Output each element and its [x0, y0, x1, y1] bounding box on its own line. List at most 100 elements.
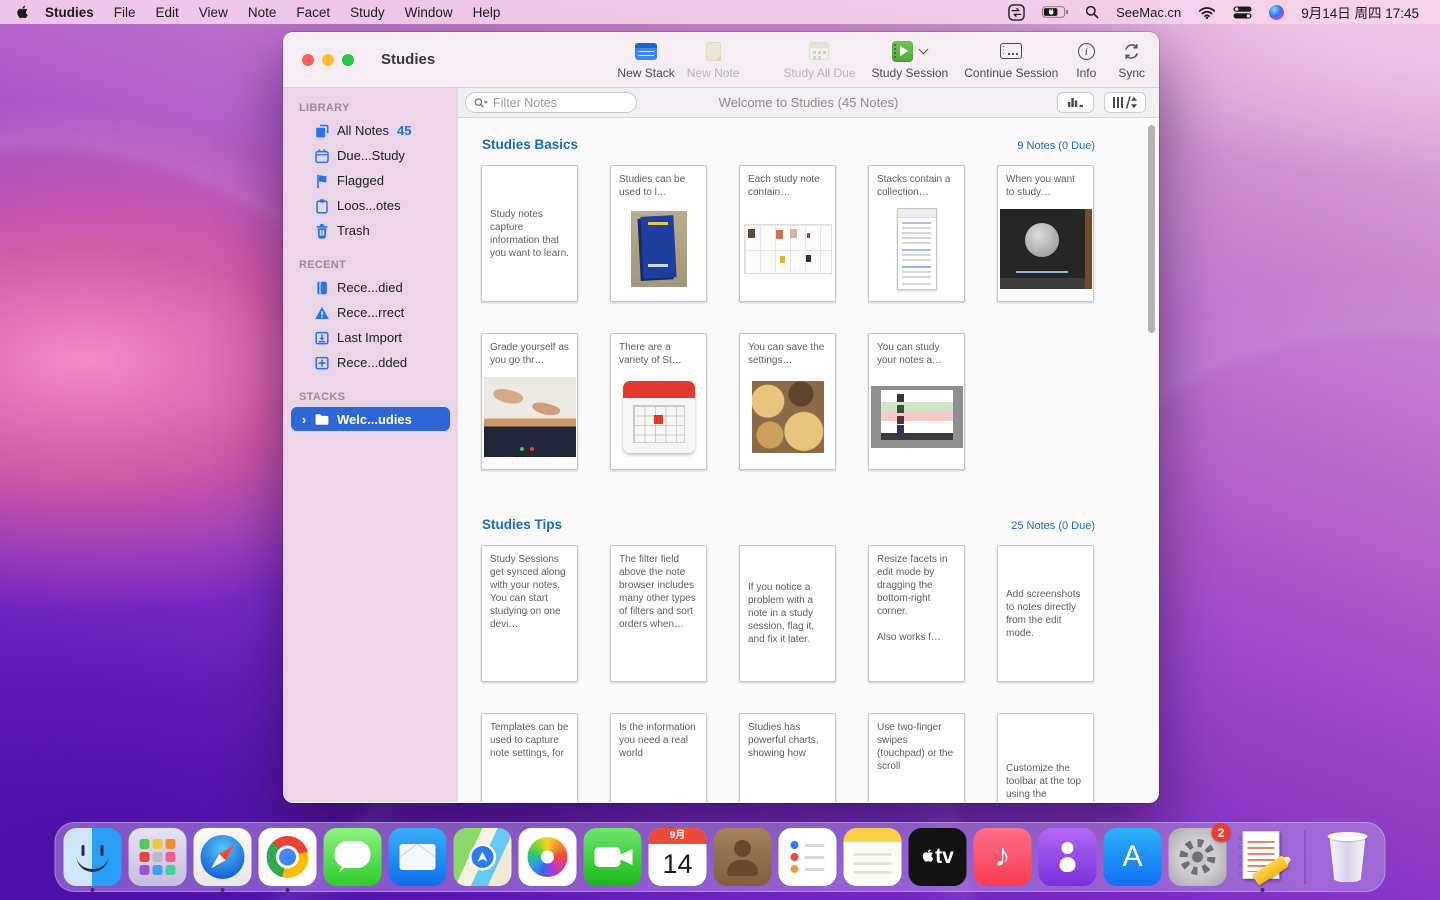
- dock-music[interactable]: [974, 828, 1032, 886]
- dock-studies[interactable]: [1234, 828, 1292, 886]
- note-card[interactable]: Is the information you need a real world: [610, 713, 707, 802]
- note-card[interactable]: The filter field above the note browser …: [610, 545, 707, 682]
- switch-input-icon[interactable]: [1003, 4, 1030, 21]
- spotlight-icon[interactable]: [1080, 5, 1104, 19]
- study-all-due-icon: [809, 39, 829, 63]
- note-card[interactable]: Use two-finger swipes (touchpad) or the …: [868, 713, 965, 802]
- minimize-button[interactable]: [322, 54, 334, 66]
- window-title: Studies: [381, 51, 435, 68]
- continue-session-button[interactable]: Continue Session: [964, 39, 1058, 80]
- close-button[interactable]: [302, 54, 314, 66]
- columns-sort-button[interactable]: [1104, 92, 1146, 113]
- sidebar-section-library: LIBRARYAll Notes45Due...StudyFlaggedLoos…: [283, 98, 458, 243]
- new-note-button[interactable]: New Note: [687, 39, 740, 80]
- dock-finder[interactable]: [64, 828, 122, 886]
- sidebar-item-welcudies[interactable]: Welc...udies: [291, 407, 450, 431]
- menu-item-facet[interactable]: Facet: [286, 5, 340, 20]
- sidebar-item-loosotes[interactable]: Loos...otes: [283, 193, 458, 218]
- dock-mail[interactable]: [389, 828, 447, 886]
- appstore-icon: A: [1104, 828, 1162, 886]
- apple-menu-icon[interactable]: [16, 4, 29, 20]
- wifi-icon[interactable]: [1193, 6, 1221, 19]
- dock-podcasts[interactable]: [1039, 828, 1097, 886]
- control-center-icon[interactable]: [1228, 6, 1257, 19]
- music-icon: [974, 828, 1032, 886]
- note-card[interactable]: When you want to study…: [997, 165, 1094, 302]
- charts-button[interactable]: [1057, 92, 1094, 113]
- dock-photos[interactable]: [519, 828, 577, 886]
- menu-item-edit[interactable]: Edit: [146, 5, 189, 20]
- new-stack-icon: [635, 39, 657, 63]
- section-title[interactable]: Studies Basics: [482, 137, 578, 152]
- note-card[interactable]: There are a variety of St…: [610, 333, 707, 470]
- zoom-button[interactable]: [342, 54, 354, 66]
- battery-icon[interactable]: [1037, 6, 1073, 18]
- disclosure-chevron-icon[interactable]: [297, 412, 311, 427]
- filter-notes-field[interactable]: [465, 92, 637, 113]
- note-card[interactable]: Add screenshots to notes directly from t…: [997, 545, 1094, 682]
- sidebar-item-lastimport[interactable]: Last Import: [283, 325, 458, 350]
- all-notes-icon: [313, 122, 330, 139]
- menu-item-window[interactable]: Window: [395, 5, 463, 20]
- note-card[interactable]: Resize facets in edit mode by dragging t…: [868, 545, 965, 682]
- dock-appstore[interactable]: A: [1104, 828, 1162, 886]
- dock-messages[interactable]: [324, 828, 382, 886]
- sidebar-item-duestudy[interactable]: Due...Study: [283, 143, 458, 168]
- sidebar-item-recedded[interactable]: Rece...dded: [283, 350, 458, 375]
- info-button[interactable]: iInfo: [1076, 39, 1096, 80]
- sidebar-item-flagged[interactable]: Flagged: [283, 168, 458, 193]
- note-card[interactable]: Stacks contain a collection…: [868, 165, 965, 302]
- traffic-lights: [302, 54, 354, 66]
- menu-item-view[interactable]: View: [189, 5, 238, 20]
- section-title[interactable]: Studies Tips: [482, 517, 562, 532]
- scrollbar[interactable]: [1148, 125, 1155, 333]
- trash-lid-icon: [1328, 832, 1368, 841]
- menu-item-file[interactable]: File: [104, 5, 146, 20]
- network-name[interactable]: SeeMac.cn: [1111, 5, 1186, 20]
- dock-safari[interactable]: [194, 828, 252, 886]
- dock-reminders[interactable]: [779, 828, 837, 886]
- section-note-count: 25 Notes (0 Due): [1011, 520, 1095, 532]
- study-all-due-button[interactable]: Study All Due: [783, 39, 855, 80]
- chevron-down-icon[interactable]: [919, 44, 929, 54]
- note-card[interactable]: Study notes capture information that you…: [481, 165, 578, 302]
- menu-item-study[interactable]: Study: [340, 5, 395, 20]
- search-input[interactable]: [493, 96, 628, 110]
- dock-notes[interactable]: [844, 828, 902, 886]
- menu-item-help[interactable]: Help: [463, 5, 511, 20]
- siri-icon[interactable]: [1264, 5, 1289, 20]
- dock-trash[interactable]: [1319, 828, 1377, 886]
- sidebar: LIBRARYAll Notes45Due...StudyFlaggedLoos…: [283, 88, 458, 802]
- dock-maps[interactable]: [454, 828, 512, 886]
- note-text: Is the information you need a real world: [619, 721, 698, 760]
- dock-appletv[interactable]: tv: [909, 828, 967, 886]
- note-card[interactable]: If you notice a problem with a note in a…: [739, 545, 836, 682]
- note-card[interactable]: Customize the toolbar at the top using t…: [997, 713, 1094, 802]
- note-text: Grade yourself as you go thr…: [490, 341, 569, 367]
- menu-bar-clock[interactable]: 9月14日 周四 17:45: [1296, 2, 1424, 22]
- note-card[interactable]: Templates can be used to capture note se…: [481, 713, 578, 802]
- note-card[interactable]: Studies has powerful charts, showing how: [739, 713, 836, 802]
- note-card[interactable]: Studies can be used to l…: [610, 165, 707, 302]
- dock-facetime[interactable]: [584, 828, 642, 886]
- dock-contacts[interactable]: [714, 828, 772, 886]
- new-stack-button[interactable]: New Stack: [617, 39, 674, 80]
- note-card[interactable]: Grade yourself as you go thr…: [481, 333, 578, 470]
- sync-button[interactable]: Sync: [1118, 39, 1145, 80]
- note-card[interactable]: You can save the settings…: [739, 333, 836, 470]
- menu-item-note[interactable]: Note: [238, 5, 287, 20]
- note-card[interactable]: You can study your notes a…: [868, 333, 965, 470]
- dock-calendar[interactable]: 9月14: [649, 828, 707, 886]
- dock-chrome[interactable]: [259, 828, 317, 886]
- sidebar-item-recedied[interactable]: Rece...died: [283, 275, 458, 300]
- note-text: When you want to study…: [1006, 173, 1085, 199]
- note-card[interactable]: Study Sessions get synced along with you…: [481, 545, 578, 682]
- sidebar-item-trash[interactable]: Trash: [283, 218, 458, 243]
- sidebar-item-allnotes[interactable]: All Notes45: [283, 118, 458, 143]
- dock-launchpad[interactable]: [129, 828, 187, 886]
- menu-item-studies[interactable]: Studies: [31, 5, 104, 20]
- sidebar-item-recerrect[interactable]: Rece...rrect: [283, 300, 458, 325]
- note-card[interactable]: Each study note contain…: [739, 165, 836, 302]
- dock-settings[interactable]: 2: [1169, 828, 1227, 886]
- study-session-button[interactable]: Study Session: [872, 39, 949, 80]
